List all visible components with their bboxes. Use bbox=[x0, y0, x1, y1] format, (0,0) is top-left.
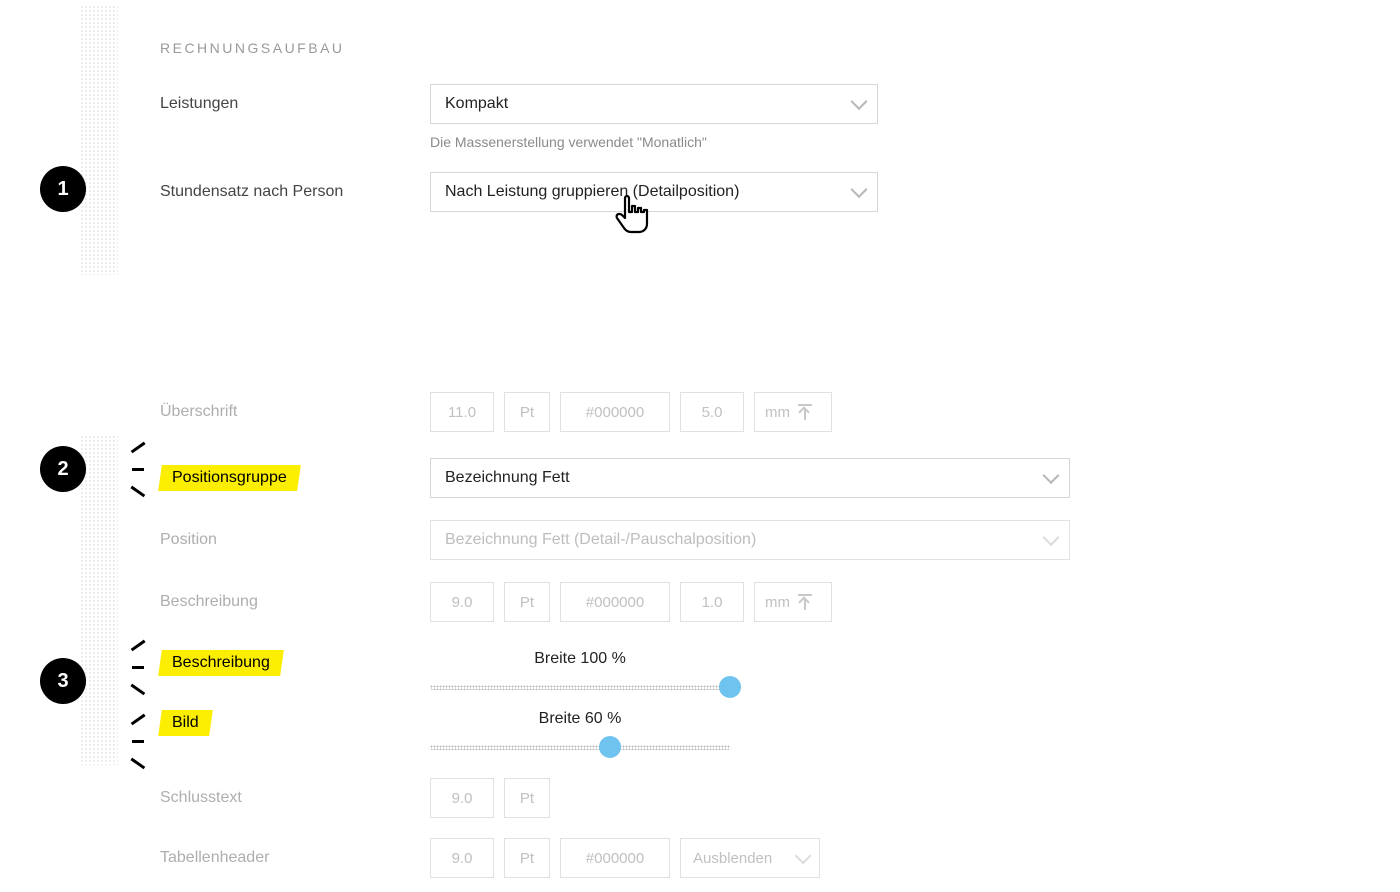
leistungen-select[interactable]: Kompakt bbox=[430, 84, 878, 124]
step-badge-1: 1 bbox=[40, 166, 86, 212]
ueberschrift-fontsize-input[interactable]: 11.0 bbox=[430, 392, 494, 432]
schlusstext-fontsize-input[interactable]: 9.0 bbox=[430, 778, 494, 818]
ueberschrift-fontunit: Pt bbox=[504, 392, 550, 432]
step-badge-3: 3 bbox=[40, 658, 86, 704]
section-title: RECHNUNGSAUFBAU bbox=[160, 40, 1360, 56]
ueberschrift-label: Überschrift bbox=[160, 403, 430, 421]
beschreibung-fontunit: Pt bbox=[504, 582, 550, 622]
slider-bild[interactable] bbox=[430, 736, 730, 758]
positionsgruppe-label-highlight: Positionsgruppe bbox=[158, 465, 300, 491]
margin-top-icon bbox=[798, 404, 812, 420]
beschreibung-label: Beschreibung bbox=[160, 593, 430, 611]
tabellenheader-label: Tabellenheader bbox=[160, 849, 430, 867]
ueberschrift-color-input[interactable]: #000000 bbox=[560, 392, 670, 432]
tabellenheader-visibility-select[interactable]: Ausblenden bbox=[680, 838, 820, 878]
stundensatz-select-value: Nach Leistung gruppieren (Detailposition… bbox=[445, 183, 739, 201]
chevron-down-icon bbox=[851, 181, 868, 198]
chevron-down-icon bbox=[1043, 467, 1060, 484]
chevron-down-icon bbox=[795, 847, 812, 864]
position-select-value: Bezeichnung Fett (Detail-/Pauschalpositi… bbox=[445, 531, 756, 549]
beschreibung-margin-unit: mm bbox=[754, 582, 832, 622]
emphasis-burst bbox=[118, 440, 158, 500]
stundensatz-select[interactable]: Nach Leistung gruppieren (Detailposition… bbox=[430, 172, 878, 212]
leistungen-label: Leistungen bbox=[160, 95, 430, 113]
tabellenheader-fontunit: Pt bbox=[504, 838, 550, 878]
slider-beschreibung-caption: Breite 100 % bbox=[430, 650, 730, 668]
beschreibung-fontsize-input[interactable]: 9.0 bbox=[430, 582, 494, 622]
emphasis-burst bbox=[118, 712, 158, 772]
margin-top-icon bbox=[798, 594, 812, 610]
ueberschrift-margin-unit: mm bbox=[754, 392, 832, 432]
position-label: Position bbox=[160, 531, 430, 549]
slider-bild-label-highlight: Bild bbox=[158, 710, 212, 736]
chevron-down-icon bbox=[1043, 529, 1060, 546]
beschreibung-margin-input[interactable]: 1.0 bbox=[680, 582, 744, 622]
tabellenheader-color-input[interactable]: #000000 bbox=[560, 838, 670, 878]
dotted-gutter bbox=[80, 5, 118, 275]
slider-bild-caption: Breite 60 % bbox=[430, 710, 730, 728]
slider-beschreibung[interactable] bbox=[430, 676, 730, 698]
position-select[interactable]: Bezeichnung Fett (Detail-/Pauschalpositi… bbox=[430, 520, 1070, 560]
stundensatz-label: Stundensatz nach Person bbox=[160, 183, 430, 201]
ueberschrift-margin-input[interactable]: 5.0 bbox=[680, 392, 744, 432]
positionsgruppe-select-value: Bezeichnung Fett bbox=[445, 469, 570, 487]
schlusstext-fontunit: Pt bbox=[504, 778, 550, 818]
slider-beschreibung-label-highlight: Beschreibung bbox=[158, 650, 283, 676]
schlusstext-label: Schlusstext bbox=[160, 789, 430, 807]
chevron-down-icon bbox=[851, 93, 868, 110]
positionsgruppe-select[interactable]: Bezeichnung Fett bbox=[430, 458, 1070, 498]
tabellenheader-fontsize-input[interactable]: 9.0 bbox=[430, 838, 494, 878]
step-badge-2: 2 bbox=[40, 446, 86, 492]
beschreibung-color-input[interactable]: #000000 bbox=[560, 582, 670, 622]
slider-thumb[interactable] bbox=[599, 736, 621, 758]
slider-thumb[interactable] bbox=[719, 676, 741, 698]
emphasis-burst bbox=[118, 638, 158, 698]
dotted-gutter bbox=[80, 435, 118, 765]
leistungen-help-text: Die Massenerstellung verwendet "Monatlic… bbox=[430, 134, 1360, 150]
leistungen-select-value: Kompakt bbox=[445, 95, 508, 113]
